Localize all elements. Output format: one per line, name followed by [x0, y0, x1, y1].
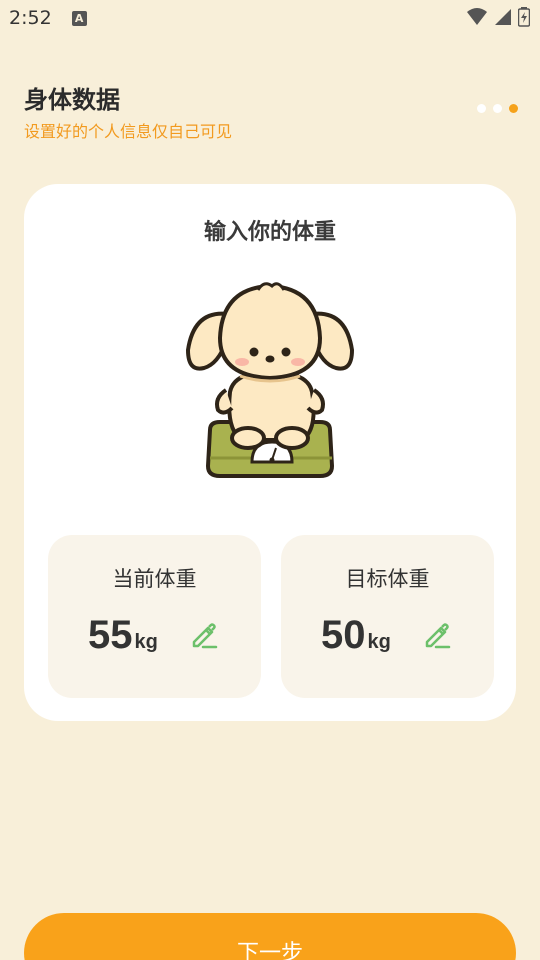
weight-card: 输入你的体重 当前体重 55 kg 目标体重 50 kg: [24, 184, 516, 721]
next-step-button[interactable]: 下一步: [24, 913, 516, 960]
step-dot-active: [509, 104, 518, 113]
card-title: 输入你的体重: [203, 220, 336, 245]
step-indicator: [477, 104, 518, 113]
target-weight-unit: kg: [367, 631, 391, 653]
current-weight-label: 当前体重: [112, 567, 197, 591]
current-weight-value: 55 kg: [88, 613, 158, 658]
step-dot: [493, 104, 502, 113]
edit-target-weight-button[interactable]: [421, 621, 453, 653]
status-time: 2:52: [9, 7, 52, 29]
target-weight-number: 50: [321, 613, 366, 657]
pencil-icon: [189, 620, 219, 654]
edit-current-weight-button[interactable]: [188, 621, 220, 653]
page-title: 身体数据: [24, 86, 120, 114]
status-bar: 2:52 A: [0, 0, 540, 36]
signal-icon: [494, 8, 512, 30]
page-subtitle: 设置好的个人信息仅自己可见: [24, 122, 233, 141]
current-weight-box[interactable]: 当前体重 55 kg: [48, 535, 261, 698]
battery-icon: [517, 7, 531, 31]
wifi-icon: [466, 7, 488, 31]
target-weight-label: 目标体重: [345, 567, 430, 591]
target-weight-value: 50 kg: [321, 613, 391, 658]
step-dot: [477, 104, 486, 113]
notification-icon: A: [71, 10, 87, 26]
puppy-on-scale-illustration: [180, 280, 360, 484]
target-weight-box[interactable]: 目标体重 50 kg: [281, 535, 494, 698]
current-weight-unit: kg: [134, 631, 158, 653]
pencil-icon: [422, 620, 452, 654]
current-weight-number: 55: [88, 613, 133, 657]
status-icons: [466, 7, 531, 31]
